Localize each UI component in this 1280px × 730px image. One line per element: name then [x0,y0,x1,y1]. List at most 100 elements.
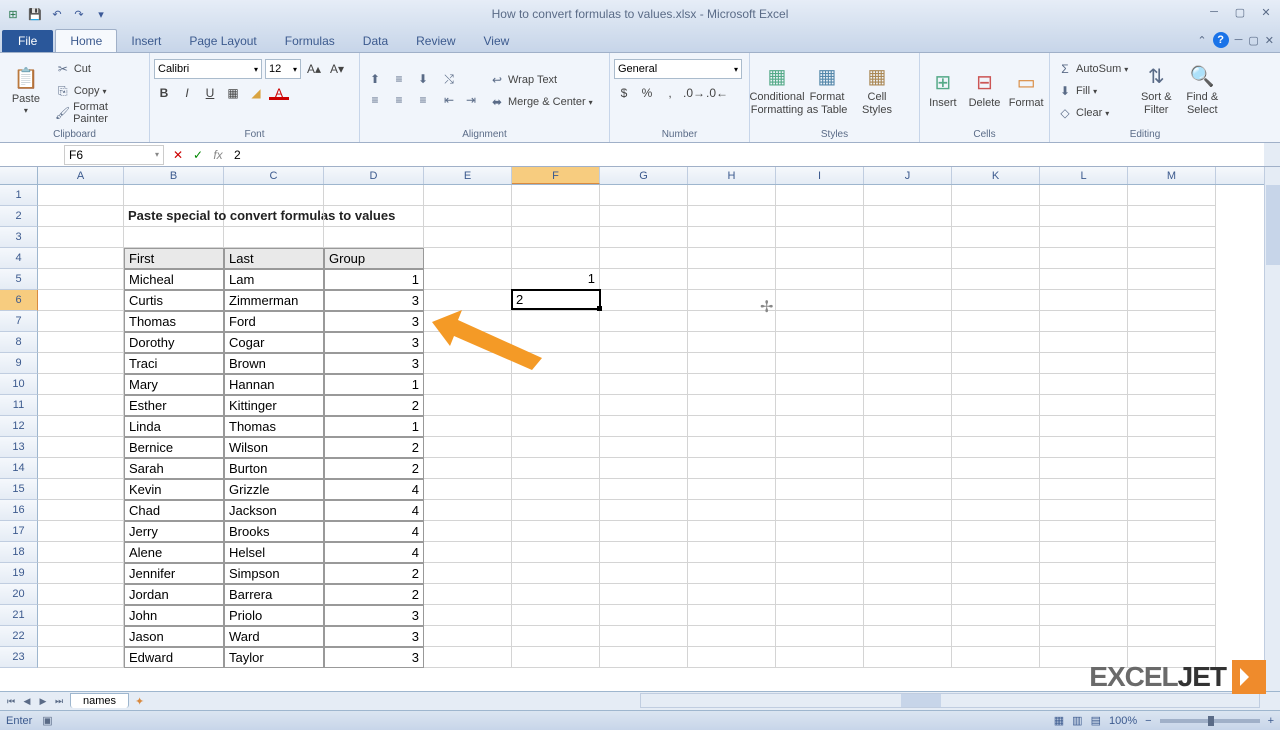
underline-button[interactable]: U [200,83,220,103]
row-header[interactable]: 14 [0,458,38,479]
cell[interactable] [952,269,1040,290]
select-all-corner[interactable] [0,167,38,184]
cell[interactable] [776,332,864,353]
cell[interactable] [1128,290,1216,311]
cell[interactable] [688,248,776,269]
cell[interactable] [776,185,864,206]
row-header[interactable]: 5 [0,269,38,290]
enter-formula-icon[interactable]: ✓ [188,148,208,162]
restore-button[interactable]: ▢ [1230,6,1250,22]
cell[interactable] [688,437,776,458]
cell[interactable] [424,626,512,647]
cell[interactable] [424,647,512,668]
cell[interactable]: John [124,605,224,626]
column-header[interactable]: H [688,167,776,184]
cell[interactable] [864,416,952,437]
save-icon[interactable]: 💾 [26,5,44,23]
cell[interactable] [952,605,1040,626]
column-header[interactable]: C [224,167,324,184]
cell[interactable] [600,374,688,395]
cell[interactable] [600,185,688,206]
help-icon[interactable]: ? [1213,32,1229,48]
row-header[interactable]: 19 [0,563,38,584]
cell[interactable]: 1 [512,269,600,290]
cell[interactable] [1040,374,1128,395]
cell[interactable] [124,185,224,206]
minimize-button[interactable]: ─ [1204,6,1224,22]
cell[interactable] [1040,416,1128,437]
cell[interactable] [776,227,864,248]
view-page-layout-icon[interactable]: ▥ [1072,714,1082,727]
cell[interactable] [600,395,688,416]
cell[interactable]: Kittinger [224,395,324,416]
cell[interactable] [776,248,864,269]
find-select-button[interactable]: 🔍Find & Select [1181,58,1223,124]
cell[interactable] [952,248,1040,269]
cell[interactable] [424,563,512,584]
currency-icon[interactable]: $ [614,83,634,103]
cell[interactable] [864,626,952,647]
cell[interactable]: Jerry [124,521,224,542]
fill-button[interactable]: ⬇Fill▾ [1054,81,1131,101]
cell[interactable] [512,206,600,227]
cell[interactable]: Lam [224,269,324,290]
cell[interactable] [864,458,952,479]
cell[interactable] [864,374,952,395]
cell[interactable] [1128,437,1216,458]
cell[interactable] [224,227,324,248]
cell[interactable] [776,458,864,479]
row-header[interactable]: 15 [0,479,38,500]
cell[interactable] [1128,626,1216,647]
cell[interactable]: First [124,248,224,269]
cell[interactable] [424,500,512,521]
row-header[interactable]: 9 [0,353,38,374]
cell[interactable] [776,521,864,542]
column-header[interactable]: J [864,167,952,184]
cell[interactable] [776,500,864,521]
cell[interactable] [952,584,1040,605]
cell[interactable] [864,647,952,668]
cell[interactable] [1040,290,1128,311]
cell[interactable] [424,416,512,437]
cell[interactable]: Jackson [224,500,324,521]
cell[interactable] [776,290,864,311]
wb-close-icon[interactable]: ✕ [1265,34,1274,47]
cell[interactable] [776,416,864,437]
cell[interactable] [424,605,512,626]
cell[interactable]: Dorothy [124,332,224,353]
column-header[interactable]: I [776,167,864,184]
cell[interactable] [864,290,952,311]
cell[interactable]: Curtis [124,290,224,311]
name-box[interactable]: F6▾ [64,145,164,165]
cell[interactable] [952,206,1040,227]
cell[interactable]: 4 [324,500,424,521]
clear-button[interactable]: ◇Clear▾ [1054,103,1131,123]
cell[interactable] [124,227,224,248]
decrease-indent-icon[interactable]: ⇤ [438,93,460,111]
new-sheet-icon[interactable]: ✦ [135,695,144,708]
cell[interactable] [688,269,776,290]
cell[interactable] [864,584,952,605]
cell[interactable] [864,227,952,248]
cell[interactable] [1128,248,1216,269]
row-header[interactable]: 7 [0,311,38,332]
cell[interactable] [864,248,952,269]
cell[interactable] [512,185,600,206]
cell[interactable]: Grizzle [224,479,324,500]
row-header[interactable]: 6 [0,290,38,311]
autosum-button[interactable]: ΣAutoSum▾ [1054,59,1131,79]
cell[interactable] [38,269,124,290]
cell[interactable] [864,542,952,563]
formula-input[interactable]: 2 [228,148,1264,162]
cell[interactable] [324,185,424,206]
cell[interactable]: 3 [324,332,424,353]
zoom-slider[interactable] [1160,719,1260,723]
cell[interactable] [424,248,512,269]
zoom-in-icon[interactable]: + [1268,715,1274,727]
cell[interactable] [952,290,1040,311]
cell[interactable] [864,353,952,374]
cell[interactable] [424,227,512,248]
row-header[interactable]: 16 [0,500,38,521]
cell[interactable]: Priolo [224,605,324,626]
cell[interactable] [1128,521,1216,542]
